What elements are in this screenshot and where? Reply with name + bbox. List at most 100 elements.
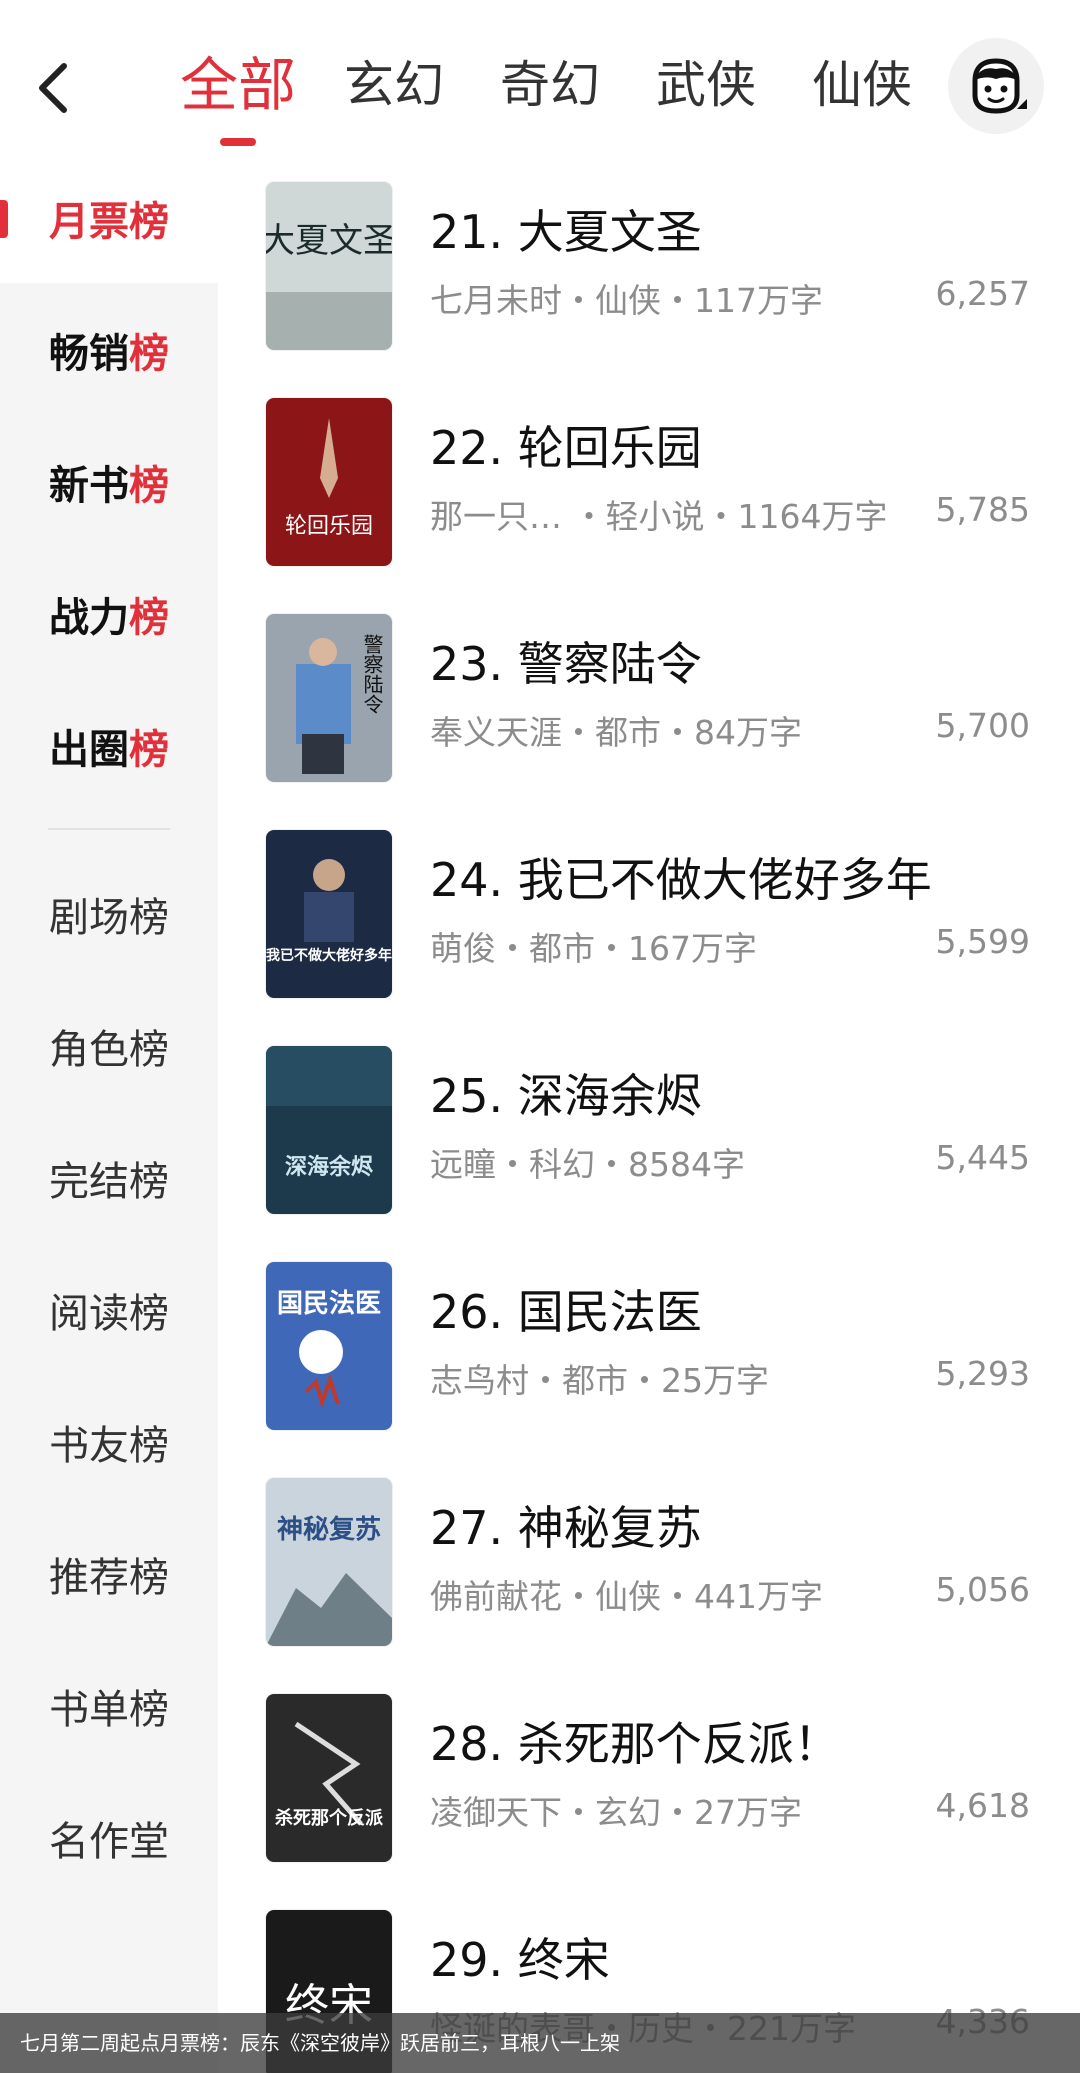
ticket-count: 5,445 (935, 1138, 1030, 1177)
sidebar-item-label: 完结榜 (49, 1159, 169, 1205)
top-header: 全部 玄幻 奇幻 武侠 仙侠 (0, 0, 1080, 150)
book-row[interactable]: 神秘复苏 27. 神秘复苏 佛前献花・仙侠・441万字 5,056 (218, 1446, 1080, 1662)
book-row[interactable]: 国民法医 26. 国民法医 志鸟村・都市・25万字 5,293 (218, 1230, 1080, 1446)
svg-text:我已不做大佬好多年: 我已不做大佬好多年 (266, 947, 392, 964)
sidebar-item-theater[interactable]: 剧场榜 (0, 864, 218, 964)
tab-wuxia[interactable]: 武侠 (628, 40, 784, 140)
sidebar-item-label: 阅读榜 (49, 1291, 169, 1337)
user-avatar-button[interactable] (948, 38, 1044, 134)
ticket-count: 5,700 (935, 706, 1030, 745)
ticket-count: 5,293 (935, 1354, 1030, 1393)
book-row[interactable]: 我已不做大佬好多年 24. 我已不做大佬好多年 萌俊・都市・167万字 5,59… (218, 798, 1080, 1014)
svg-text:大夏文圣: 大夏文圣 (266, 221, 392, 261)
tab-label: 玄幻 (344, 56, 444, 114)
book-row[interactable]: 深海余烬 25. 深海余烬 远瞳・科幻・8584字 5,445 (218, 1014, 1080, 1230)
book-meta: 远瞳・科幻・8584字 (430, 1145, 745, 1184)
book-title: 25. 深海余烬 (430, 1069, 702, 1123)
sidebar-item-label-suffix: 榜 (129, 199, 169, 245)
news-caption-banner: 七月第二周起点月票榜：辰东《深空彼岸》跃居前三，耳根八一上架 (0, 2013, 1080, 2073)
book-cover: 轮回乐园 (266, 398, 392, 566)
sidebar-item-label: 角色榜 (49, 1027, 169, 1073)
sidebar-item-character[interactable]: 角色榜 (0, 996, 218, 1096)
book-cover: 我已不做大佬好多年 (266, 830, 392, 998)
sidebar-item-hall-of-fame[interactable]: 名作堂 (0, 1788, 218, 1888)
book-row[interactable]: 轮回乐园 22. 轮回乐园 那一只… ・轻小说・1164万字 5,785 (218, 366, 1080, 582)
sidebar-item-label: 新书 (49, 463, 129, 509)
ticket-count: 5,599 (935, 922, 1030, 961)
back-button[interactable] (22, 48, 82, 128)
book-title: 24. 我已不做大佬好多年 (430, 853, 932, 907)
book-cover: 杀死那个反派 (266, 1694, 392, 1862)
book-meta: 佛前献花・仙侠・441万字 (430, 1577, 823, 1616)
sidebar-item-readers[interactable]: 书友榜 (0, 1392, 218, 1492)
tab-label: 武侠 (656, 56, 756, 114)
ticket-count: 5,056 (935, 1570, 1030, 1609)
svg-text:警察陆令: 警察陆令 (360, 634, 384, 714)
book-meta: 那一只… ・轻小说・1164万字 (430, 497, 888, 536)
sidebar-item-monthly-ticket[interactable]: 月票榜 (0, 168, 218, 268)
sidebar-item-label: 推荐榜 (49, 1555, 169, 1601)
sidebar-item-recommend[interactable]: 推荐榜 (0, 1524, 218, 1624)
book-meta: 凌御天下・玄幻・27万字 (430, 1793, 802, 1832)
sidebar-item-label: 出圈 (49, 727, 129, 773)
book-meta: 萌俊・都市・167万字 (430, 929, 757, 968)
svg-text:神秘复苏: 神秘复苏 (277, 1514, 381, 1545)
book-meta: 志鸟村・都市・25万字 (430, 1361, 769, 1400)
tab-qihuan[interactable]: 奇幻 (472, 40, 628, 140)
sidebar-item-label: 月票 (49, 199, 129, 245)
sidebar-item-label-suffix: 榜 (129, 331, 169, 377)
tab-label: 仙侠 (812, 56, 912, 114)
tab-label: 奇幻 (500, 56, 600, 114)
book-meta: 七月未时・仙侠・117万字 (430, 281, 823, 320)
face-icon (972, 58, 1027, 114)
sidebar-item-label-suffix: 榜 (129, 463, 169, 509)
ticket-count: 6,257 (935, 274, 1030, 313)
ticket-count: 4,618 (935, 1786, 1030, 1825)
sidebar-item-label: 畅销 (49, 331, 129, 377)
book-row[interactable]: 杀死那个反派 28. 杀死那个反派！ 凌御天下・玄幻・27万字 4,618 (218, 1662, 1080, 1878)
book-title: 22. 轮回乐园 (430, 421, 702, 475)
sidebar-item-bestseller[interactable]: 畅销榜 (0, 300, 218, 400)
sidebar-item-label: 书单榜 (49, 1687, 169, 1733)
sidebar-item-label-suffix: 榜 (129, 727, 169, 773)
tab-xianxia[interactable]: 仙侠 (784, 40, 940, 140)
sidebar-item-completed[interactable]: 完结榜 (0, 1128, 218, 1228)
sidebar-item-breakout[interactable]: 出圈榜 (0, 696, 218, 796)
sidebar-divider (48, 828, 170, 830)
sidebar-item-label: 战力 (49, 595, 129, 641)
book-title: 27. 神秘复苏 (430, 1501, 702, 1555)
sidebar-item-reading[interactable]: 阅读榜 (0, 1260, 218, 1360)
category-tabs: 全部 玄幻 奇幻 武侠 仙侠 (160, 40, 940, 146)
book-row[interactable]: 大夏文圣 21. 大夏文圣 七月未时・仙侠・117万字 6,257 (218, 150, 1080, 366)
book-title: 26. 国民法医 (430, 1285, 702, 1339)
book-cover: 神秘复苏 (266, 1478, 392, 1646)
svg-text:国民法医: 国民法医 (277, 1289, 381, 1319)
book-cover: 深海余烬 (266, 1046, 392, 1214)
book-title: 21. 大夏文圣 (430, 205, 702, 259)
sidebar-item-booklist[interactable]: 书单榜 (0, 1656, 218, 1756)
sidebar-item-label: 名作堂 (49, 1819, 169, 1865)
svg-text:杀死那个反派: 杀死那个反派 (275, 1807, 384, 1829)
tab-active-indicator (220, 138, 256, 146)
tab-xuanhuan[interactable]: 玄幻 (316, 40, 472, 140)
svg-text:深海余烬: 深海余烬 (285, 1154, 374, 1180)
book-title: 23. 警察陆令 (430, 637, 702, 691)
ticket-count: 5,785 (935, 490, 1030, 529)
book-row[interactable]: 警察陆令 23. 警察陆令 奉义天涯・都市・84万字 5,700 (218, 582, 1080, 798)
book-cover: 警察陆令 (266, 614, 392, 782)
sidebar-item-power[interactable]: 战力榜 (0, 564, 218, 664)
book-meta: 奉义天涯・都市・84万字 (430, 713, 802, 752)
svg-text:轮回乐园: 轮回乐园 (285, 514, 373, 539)
sidebar-item-label: 书友榜 (49, 1423, 169, 1469)
book-title: 28. 杀死那个反派！ (430, 1717, 840, 1771)
book-cover: 大夏文圣 (266, 182, 392, 350)
sidebar-item-label-suffix: 榜 (129, 595, 169, 641)
sidebar-active-marker (0, 200, 8, 238)
book-title: 29. 终宋 (430, 1933, 610, 1987)
rank-sidebar: 月票榜 畅销榜 新书榜 战力榜 出圈榜 剧场榜 角色榜 完结榜 阅读榜 书友榜 … (0, 150, 218, 2073)
chevron-left-icon (39, 63, 67, 113)
tab-label: 全部 (179, 51, 296, 119)
sidebar-item-label: 剧场榜 (49, 895, 169, 941)
sidebar-item-new-book[interactable]: 新书榜 (0, 432, 218, 532)
tab-all[interactable]: 全部 (160, 40, 316, 146)
